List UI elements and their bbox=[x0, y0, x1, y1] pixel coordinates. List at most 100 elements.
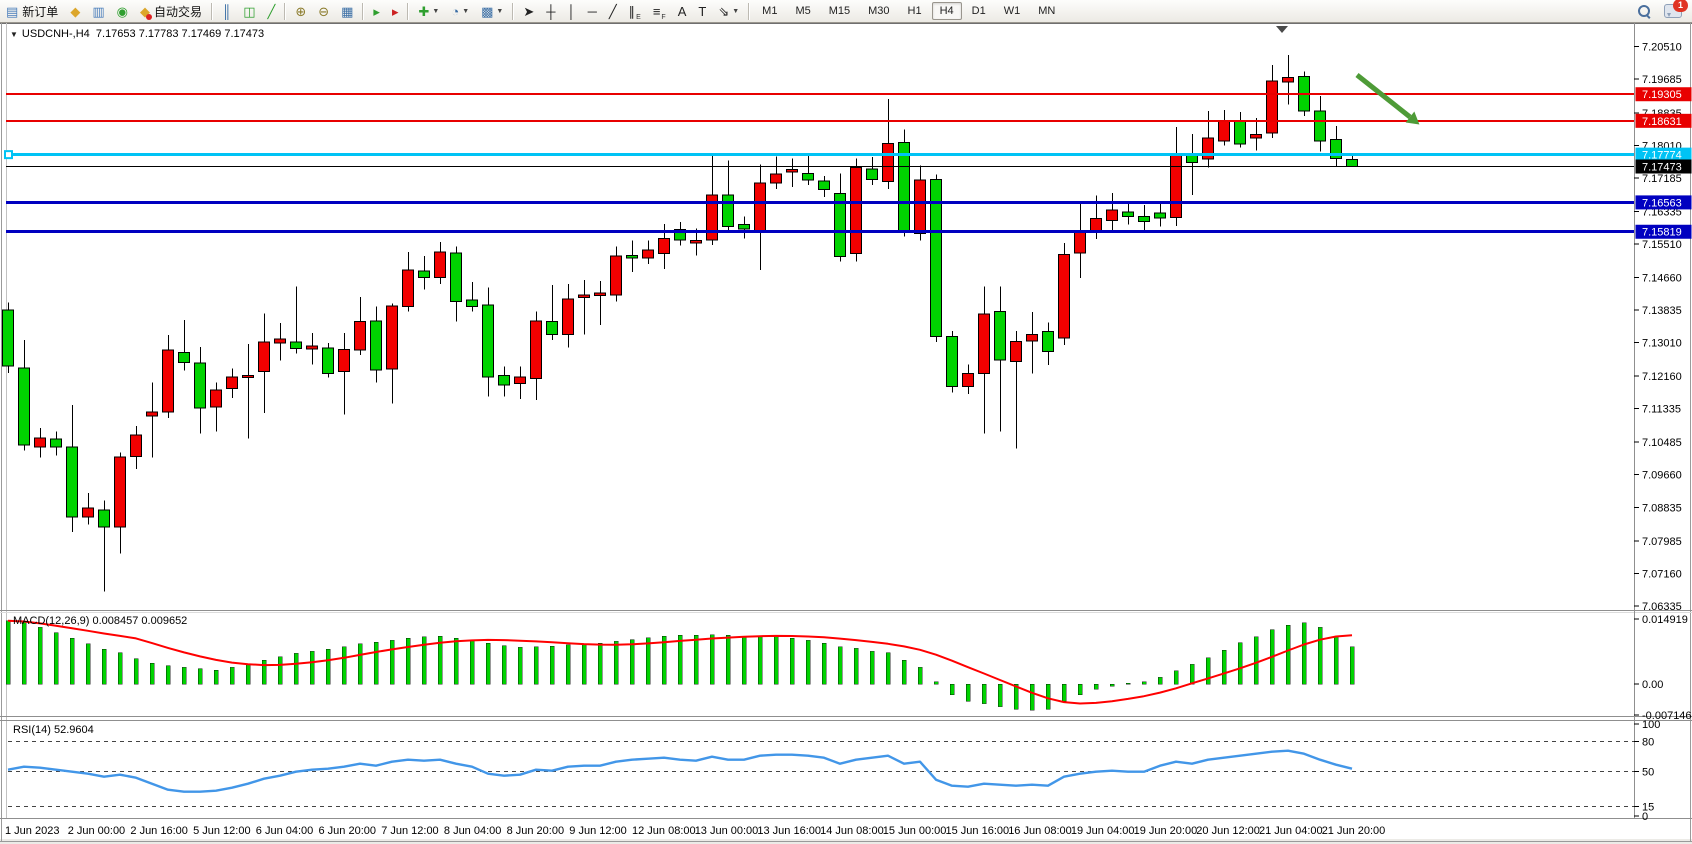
time-axis-label: 2 Jun 16:00 bbox=[130, 825, 188, 837]
price-tick-label: 7.12160 bbox=[1642, 371, 1682, 383]
macd-histogram-bar bbox=[1302, 623, 1306, 684]
time-axis-label: 8 Jun 20:00 bbox=[507, 825, 564, 837]
time-axis-label: 9 Jun 12:00 bbox=[569, 825, 627, 837]
price-tick-label: 7.07160 bbox=[1642, 568, 1682, 580]
candle-body bbox=[371, 321, 382, 370]
price-line-handle[interactable] bbox=[5, 151, 12, 158]
chart-ohlc-quote: 7.17653 7.17783 7.17469 7.17473 bbox=[96, 28, 264, 40]
macd-histogram-bar bbox=[246, 664, 250, 684]
candle-body bbox=[771, 174, 782, 183]
macd-histogram-bar bbox=[646, 638, 650, 684]
chart-window-background bbox=[0, 23, 1692, 842]
macd-histogram-bar bbox=[182, 667, 186, 684]
time-axis-label: 6 Jun 04:00 bbox=[256, 825, 313, 837]
candle-body bbox=[643, 250, 654, 258]
trading-terminal-window: ▤新订单◆▥◉◆自动交易║◫╱⊕⊖▦▸▸✚▼◔▼▩▼➤┼│─╱∥E≡FAT⇘▼M… bbox=[0, 0, 1692, 844]
macd-histogram-bar bbox=[694, 635, 698, 684]
macd-histogram-bar bbox=[918, 667, 922, 684]
macd-histogram-bar bbox=[678, 635, 682, 684]
candle-body bbox=[387, 306, 398, 369]
price-marker-label: 7.18631 bbox=[1642, 116, 1682, 128]
time-axis-label: 21 Jun 20:00 bbox=[1322, 825, 1386, 837]
macd-histogram-bar bbox=[150, 663, 154, 684]
macd-histogram-bar bbox=[358, 644, 362, 684]
macd-histogram-bar bbox=[1062, 684, 1066, 701]
time-axis-label: 19 Jun 04:00 bbox=[1071, 825, 1135, 837]
candle-body bbox=[739, 225, 750, 229]
macd-histogram-bar bbox=[774, 637, 778, 684]
price-tick-label: 7.07985 bbox=[1642, 536, 1682, 548]
symbol-dropdown-caret[interactable]: ▼ bbox=[10, 30, 18, 39]
macd-histogram-bar bbox=[806, 640, 810, 684]
price-marker-label: 7.16563 bbox=[1642, 197, 1682, 209]
candle-body bbox=[163, 350, 174, 412]
macd-histogram-bar bbox=[342, 647, 346, 684]
macd-histogram-bar bbox=[1190, 664, 1194, 684]
candle-body bbox=[131, 435, 142, 457]
macd-histogram-bar bbox=[1094, 684, 1098, 689]
candle-body bbox=[1171, 154, 1182, 217]
candle-body bbox=[147, 412, 158, 416]
macd-tick-label: 0.00 bbox=[1642, 679, 1663, 691]
candle-body bbox=[307, 346, 318, 349]
time-axis-label: 12 Jun 08:00 bbox=[632, 825, 696, 837]
candle-body bbox=[755, 183, 766, 232]
macd-histogram-bar bbox=[1286, 625, 1290, 684]
candle-body bbox=[51, 439, 62, 447]
candle-body bbox=[403, 270, 414, 307]
macd-histogram-bar bbox=[870, 651, 874, 684]
price-tick-label: 7.11335 bbox=[1642, 404, 1681, 416]
macd-histogram-bar bbox=[262, 660, 266, 684]
candle-body bbox=[627, 255, 638, 258]
candle-body bbox=[867, 169, 878, 180]
macd-histogram-bar bbox=[550, 646, 554, 684]
price-tick-label: 7.13835 bbox=[1642, 305, 1682, 317]
candle-body bbox=[467, 300, 478, 307]
candle-body bbox=[1107, 210, 1118, 220]
macd-histogram-bar bbox=[854, 648, 858, 684]
candle-body bbox=[1315, 111, 1326, 141]
macd-histogram-bar bbox=[6, 621, 10, 684]
time-axis-label: 13 Jun 00:00 bbox=[695, 825, 759, 837]
price-tick-label: 7.15510 bbox=[1642, 239, 1682, 251]
candle-body bbox=[1027, 334, 1038, 341]
macd-histogram-bar bbox=[22, 622, 26, 684]
macd-histogram-bar bbox=[390, 640, 394, 684]
macd-histogram-bar bbox=[1318, 627, 1322, 684]
chart-symbol-period: USDCNH-,H4 bbox=[22, 28, 90, 40]
macd-histogram-bar bbox=[102, 649, 106, 684]
macd-histogram-bar bbox=[742, 636, 746, 684]
candle-body bbox=[259, 342, 270, 371]
macd-histogram-bar bbox=[1174, 671, 1178, 684]
macd-histogram-bar bbox=[1030, 684, 1034, 710]
candle-body bbox=[83, 508, 94, 517]
candle-body bbox=[355, 322, 366, 350]
macd-histogram-bar bbox=[534, 647, 538, 684]
macd-histogram-bar bbox=[1350, 647, 1354, 684]
macd-histogram-bar bbox=[582, 644, 586, 684]
macd-histogram-bar bbox=[902, 660, 906, 684]
price-chart-svg: 7.205107.196857.188357.180107.171857.163… bbox=[0, 0, 1692, 844]
candle-body bbox=[595, 293, 606, 295]
rsi-tick-label: 80 bbox=[1642, 737, 1654, 749]
candle-body bbox=[243, 375, 254, 377]
candle-body bbox=[1043, 332, 1054, 352]
macd-histogram-bar bbox=[758, 636, 762, 684]
candle-body bbox=[451, 253, 462, 302]
time-axis-label: 14 Jun 08:00 bbox=[820, 825, 884, 837]
macd-histogram-bar bbox=[214, 670, 218, 684]
macd-indicator-label: MACD(12,26,9) 0.008457 0.009652 bbox=[13, 615, 187, 627]
time-axis-label: 15 Jun 16:00 bbox=[946, 825, 1010, 837]
candle-body bbox=[19, 368, 30, 445]
candle-body bbox=[35, 438, 46, 447]
macd-histogram-bar bbox=[790, 638, 794, 684]
candle-body bbox=[275, 339, 286, 343]
price-marker-label: 7.15819 bbox=[1642, 227, 1682, 239]
macd-histogram-bar bbox=[598, 643, 602, 684]
candle-body bbox=[1283, 77, 1294, 81]
macd-histogram-bar bbox=[838, 647, 842, 684]
time-axis-label: 20 Jun 12:00 bbox=[1196, 825, 1260, 837]
candle-body bbox=[563, 299, 574, 334]
price-tick-label: 7.13010 bbox=[1642, 338, 1682, 350]
macd-histogram-bar bbox=[470, 640, 474, 684]
